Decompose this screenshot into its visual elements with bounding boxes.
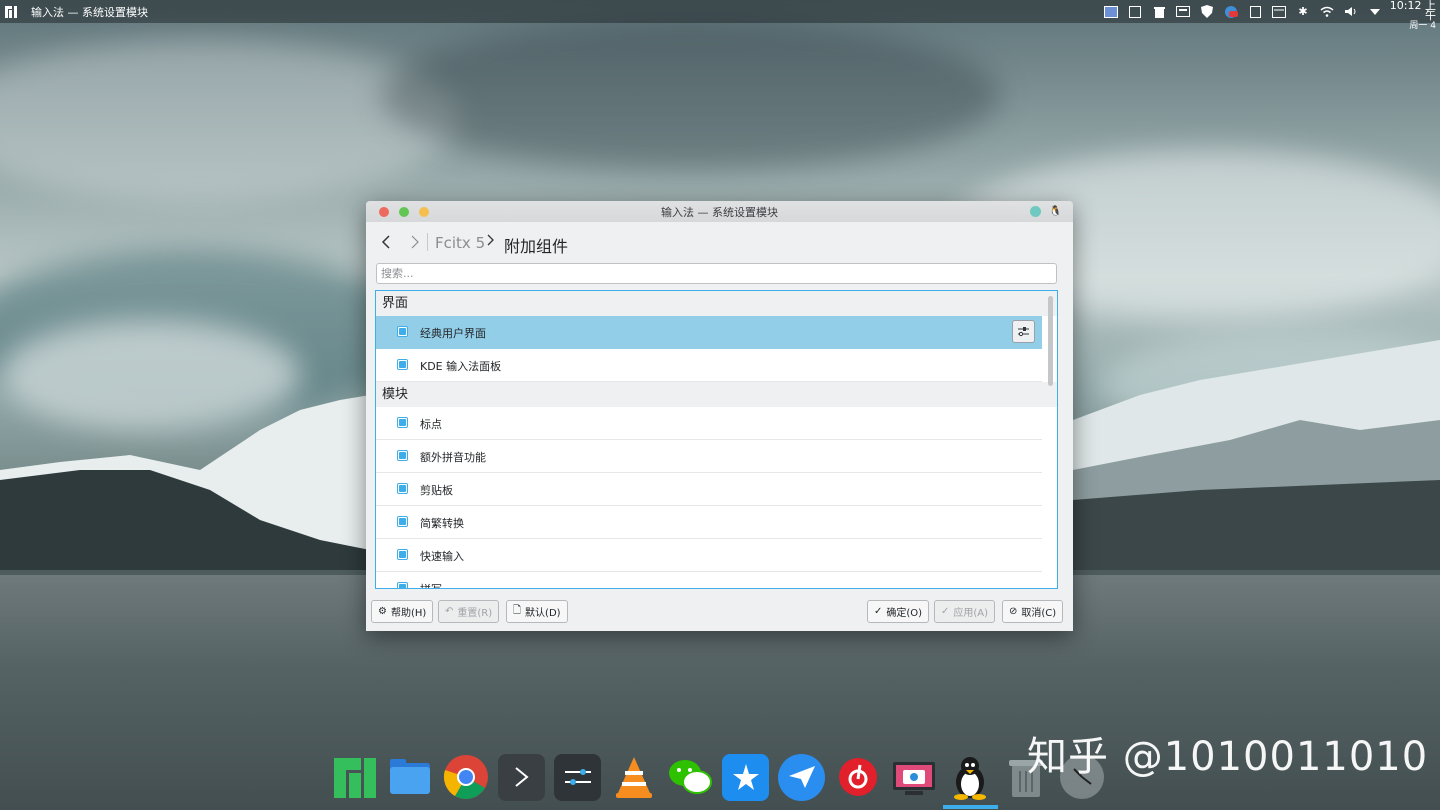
defaults-label: 默认(D): [525, 608, 561, 619]
dock-active-indicator: [943, 805, 998, 809]
monitor-icon[interactable]: [1176, 5, 1190, 19]
manjaro-logo-icon[interactable]: [5, 5, 17, 18]
vlc-icon[interactable]: [610, 754, 657, 801]
item-label: KDE 输入法面板: [420, 360, 502, 373]
manjaro-logo-icon[interactable]: [330, 754, 377, 801]
clipboard-icon[interactable]: [1248, 5, 1262, 19]
dialog-buttons: ⚙ 帮助(H) ↶ 重置(R) 🗋 默认(D) ✓ 确定(O) ✓ 应用(A) …: [366, 598, 1073, 626]
breadcrumb-current: 附加组件: [504, 237, 569, 256]
cancel-icon: ⊘: [1009, 606, 1018, 617]
file-manager-icon[interactable]: [386, 754, 433, 801]
calendar-icon[interactable]: [1272, 5, 1286, 19]
checkbox[interactable]: [397, 483, 408, 494]
reset-label: 重置(R): [457, 608, 493, 619]
clock-time: 10:12 上午: [1389, 0, 1436, 22]
shield-icon[interactable]: [1200, 5, 1214, 19]
defaults-button[interactable]: 🗋 默认(D): [506, 600, 568, 623]
window-title: 输入法 — 系统设置模块: [661, 206, 778, 219]
item-label: 拼写: [420, 581, 442, 588]
item-label: 经典用户界面: [420, 327, 486, 340]
list-item[interactable]: 快速输入: [376, 539, 1042, 572]
list-item[interactable]: 经典用户界面: [376, 316, 1042, 349]
addon-list[interactable]: 界面 经典用户界面 KDE 输入法面板 模块 标点 额外拼音功能 剪贴板 简繁转: [375, 290, 1058, 589]
item-label: 简繁转换: [420, 517, 464, 530]
cancel-label: 取消(C): [1021, 608, 1057, 619]
item-label: 标点: [420, 418, 442, 431]
watermark: 知乎 @1010011010: [1027, 734, 1429, 780]
settings-dialog: 输入法 — 系统设置模块 🐧 Fcitx 5 附加组件 搜索... 界面 经典用…: [366, 201, 1073, 631]
sliders-icon: [1018, 327, 1029, 337]
tux-icon[interactable]: [946, 754, 993, 801]
chrome-icon[interactable]: [442, 754, 489, 801]
help-button[interactable]: ⚙ 帮助(H): [371, 600, 434, 623]
terminal-icon[interactable]: [498, 753, 545, 801]
wechat-icon[interactable]: [666, 754, 713, 801]
checkbox[interactable]: [397, 516, 408, 527]
dingtalk-icon[interactable]: [722, 753, 769, 801]
list-item[interactable]: 简繁转换: [376, 506, 1042, 539]
on-all-desktops-icon[interactable]: [1030, 206, 1041, 217]
netease-music-icon[interactable]: [834, 754, 881, 801]
mail-badge-icon[interactable]: [1224, 5, 1238, 19]
list-item[interactable]: 拼写: [376, 572, 1042, 588]
list-item[interactable]: 剪贴板: [376, 473, 1042, 506]
checkbox[interactable]: [397, 359, 408, 370]
navigation-bar: Fcitx 5 附加组件: [366, 222, 1073, 262]
system-tray: ✱: [1104, 0, 1382, 23]
list-item[interactable]: 标点: [376, 407, 1042, 440]
help-label: 帮助(H): [390, 608, 427, 619]
group-header: 模块: [376, 382, 1057, 407]
reset-button[interactable]: ↶ 重置(R): [438, 600, 500, 623]
group-header: 界面: [376, 291, 1057, 316]
feishu-icon[interactable]: [778, 753, 825, 801]
clock-day: 周一 4: [1409, 21, 1436, 31]
scrollbar-thumb[interactable]: [1048, 296, 1053, 386]
bluetooth-icon[interactable]: ✱: [1296, 5, 1310, 19]
settings-sliders-icon[interactable]: [554, 753, 601, 801]
list-item[interactable]: 额外拼音功能: [376, 440, 1042, 473]
wifi-icon[interactable]: [1320, 5, 1334, 19]
check-icon: ✓: [874, 606, 883, 617]
apply-button[interactable]: ✓ 应用(A): [934, 600, 996, 623]
desktop-pager-icon[interactable]: [1104, 5, 1118, 19]
configure-button[interactable]: [1012, 320, 1035, 343]
search-input[interactable]: 搜索...: [376, 263, 1057, 284]
document-icon: 🗋: [513, 605, 522, 616]
cancel-button[interactable]: ⊘ 取消(C): [1002, 600, 1064, 623]
forward-arrow-icon[interactable]: [406, 232, 424, 252]
item-label: 快速输入: [420, 550, 464, 563]
top-panel: 输入法 — 系统设置模块 ✱ 10:12 上午 周一 4: [0, 0, 1440, 31]
ok-button[interactable]: ✓ 确定(O): [867, 600, 930, 623]
back-arrow-icon[interactable]: [377, 232, 395, 252]
clock[interactable]: 10:12 上午 周一 4: [1382, 0, 1436, 31]
chevron-right-icon: [486, 234, 494, 250]
item-label: 剪贴板: [420, 484, 453, 497]
dock: [330, 748, 1105, 806]
checkbox[interactable]: [397, 417, 408, 428]
checkbox[interactable]: [397, 582, 408, 588]
active-window-title: 输入法 — 系统设置模块: [31, 5, 148, 19]
window-titlebar[interactable]: 输入法 — 系统设置模块 🐧: [366, 201, 1073, 222]
checkbox[interactable]: [397, 450, 408, 461]
window-icon[interactable]: [1128, 5, 1142, 19]
list-item[interactable]: KDE 输入法面板: [376, 349, 1042, 382]
item-label: 额外拼音功能: [420, 451, 486, 464]
apply-label: 应用(A): [953, 608, 989, 619]
screenshot-icon[interactable]: [890, 754, 937, 801]
breadcrumb-root[interactable]: Fcitx 5: [435, 234, 485, 252]
help-icon: ⚙: [378, 606, 387, 617]
tux-app-icon: 🐧: [1049, 206, 1062, 217]
check-icon: ✓: [941, 606, 950, 617]
undo-icon: ↶: [445, 606, 454, 617]
checkbox[interactable]: [397, 326, 408, 337]
trash-icon[interactable]: [1152, 5, 1166, 19]
ok-label: 确定(O): [886, 608, 923, 619]
tray-expand-icon[interactable]: [1368, 5, 1382, 19]
checkbox[interactable]: [397, 549, 408, 560]
volume-icon[interactable]: [1344, 5, 1358, 19]
breadcrumb-separator: [427, 233, 428, 251]
